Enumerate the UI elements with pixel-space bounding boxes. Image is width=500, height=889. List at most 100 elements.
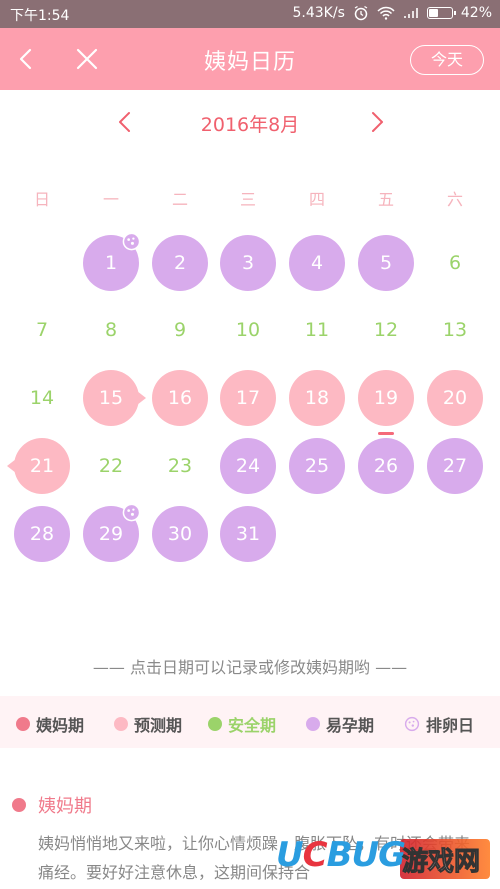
calendar-day[interactable]: 19: [358, 370, 414, 435]
legend-dot: [16, 717, 30, 731]
watermark-logo: UCBUG 游戏网: [272, 829, 492, 885]
calendar-day[interactable]: 24: [220, 438, 276, 494]
battery-fill: [428, 9, 439, 17]
day-number: 16: [167, 387, 193, 409]
battery-icon: [426, 7, 456, 19]
day-number: 22: [98, 455, 124, 477]
day-number: 21: [29, 455, 55, 477]
day-number: 30: [167, 523, 193, 545]
day-number: 10: [235, 319, 261, 341]
app-bar: 姨妈日历 今天: [0, 28, 500, 90]
today-button[interactable]: 今天: [410, 45, 484, 75]
legend-bar: 姨妈期 预测期 安全期 易孕期 排卵日: [0, 696, 500, 748]
day-number: 13: [442, 319, 468, 341]
day-number: 14: [29, 387, 55, 409]
watermark-site: 游戏网: [401, 847, 481, 878]
day-number: 15: [98, 387, 124, 409]
day-number: 31: [235, 523, 261, 545]
weekday-label: 三: [239, 190, 256, 209]
calendar-day[interactable]: 13: [427, 302, 483, 358]
calendar-day[interactable]: 25: [289, 438, 345, 494]
alarm-icon: [354, 5, 368, 21]
battery-percent: 42%: [460, 5, 492, 21]
day-number: 3: [241, 252, 255, 274]
calendar-day[interactable]: 22: [83, 438, 139, 494]
calendar-day[interactable]: 23: [152, 438, 208, 494]
calendar-day[interactable]: 10: [220, 302, 276, 358]
calendar-day[interactable]: 29: [83, 503, 141, 562]
legend-item: 姨妈期: [16, 712, 84, 736]
calendar-day[interactable]: 4: [289, 235, 345, 291]
calendar-day[interactable]: 26: [358, 438, 414, 494]
day-number: 28: [29, 523, 55, 545]
day-number: 29: [98, 523, 124, 545]
network-speed: 5.43K/s: [292, 5, 345, 21]
day-number: 11: [304, 319, 330, 341]
watermark-brand: UCBUG: [276, 835, 406, 875]
day-number: 4: [310, 252, 324, 274]
legend-label: 排卵日: [426, 716, 475, 735]
calendar-day[interactable]: 2: [152, 235, 208, 291]
ovulation-icon: [122, 503, 141, 522]
calendar-day[interactable]: 11: [289, 302, 345, 358]
day-number: 8: [104, 319, 118, 341]
day-number: 1: [104, 252, 118, 274]
calendar-day[interactable]: 5: [358, 235, 414, 291]
signal-icon: [403, 8, 418, 18]
ovulation-legend-icon: [404, 716, 420, 732]
day-number: 27: [442, 455, 468, 477]
calendar-day[interactable]: 16: [152, 370, 208, 426]
calendar-day[interactable]: 17: [220, 370, 276, 426]
month-navigator: 2016年8月: [0, 108, 500, 138]
day-number: 24: [235, 455, 261, 477]
month-label: 2016年8月: [200, 114, 300, 136]
weekday-label: 二: [171, 190, 188, 209]
next-month-icon[interactable]: [366, 110, 388, 134]
calendar-day[interactable]: 27: [427, 438, 483, 494]
status-time: 下午1:54: [10, 8, 70, 24]
weekday-label: 四: [308, 190, 325, 209]
weekday-label: 五: [377, 190, 394, 209]
legend-label: 安全期: [228, 716, 277, 735]
calendar-day[interactable]: 1: [83, 232, 141, 291]
calendar-day[interactable]: 21: [7, 438, 70, 494]
section-dot: [12, 798, 26, 812]
ovulation-icon: [122, 232, 141, 251]
day-number: 25: [304, 455, 330, 477]
day-number: 17: [235, 387, 261, 409]
calendar-day[interactable]: 12: [358, 302, 414, 358]
legend-label: 预测期: [134, 716, 183, 735]
calendar-day[interactable]: 18: [289, 370, 345, 426]
section-title: 姨妈期: [38, 796, 92, 817]
calendar-day[interactable]: 28: [14, 506, 70, 562]
legend-item: 排卵日: [404, 712, 474, 736]
calendar-day[interactable]: 31: [220, 506, 276, 562]
legend-item: 预测期: [114, 712, 182, 736]
status-bar: 下午1:54 5.43K/s 42%: [0, 0, 500, 28]
calendar-day[interactable]: 20: [427, 370, 483, 426]
legend-dot: [306, 717, 320, 731]
legend-item: 安全期: [208, 712, 276, 736]
calendar-day[interactable]: 7: [14, 302, 70, 358]
section-header: 姨妈期: [12, 792, 92, 818]
status-right-group: 5.43K/s 42%: [293, 5, 493, 21]
weekday-label: 一: [102, 190, 119, 209]
calendar-day[interactable]: 14: [14, 370, 70, 426]
legend-item: 易孕期: [306, 712, 374, 736]
calendar-hint: —— 点击日期可以记录或修改姨妈期哟 ——: [92, 658, 408, 677]
day-number: 26: [373, 455, 399, 477]
day-number: 23: [167, 455, 193, 477]
weekday-label: 六: [446, 190, 463, 209]
calendar-day[interactable]: 8: [83, 302, 139, 358]
day-number: 18: [304, 387, 330, 409]
legend-label: 姨妈期: [36, 716, 85, 735]
calendar-day[interactable]: 3: [220, 235, 276, 291]
calendar-day[interactable]: 9: [152, 302, 208, 358]
calendar-day[interactable]: 6: [427, 235, 483, 291]
day-number: 7: [35, 319, 49, 341]
calendar-day[interactable]: 30: [152, 506, 208, 562]
calendar-day[interactable]: 15: [83, 370, 146, 426]
day-number: 2: [173, 252, 187, 274]
day-number: 6: [448, 252, 462, 274]
legend-dot: [114, 717, 128, 731]
